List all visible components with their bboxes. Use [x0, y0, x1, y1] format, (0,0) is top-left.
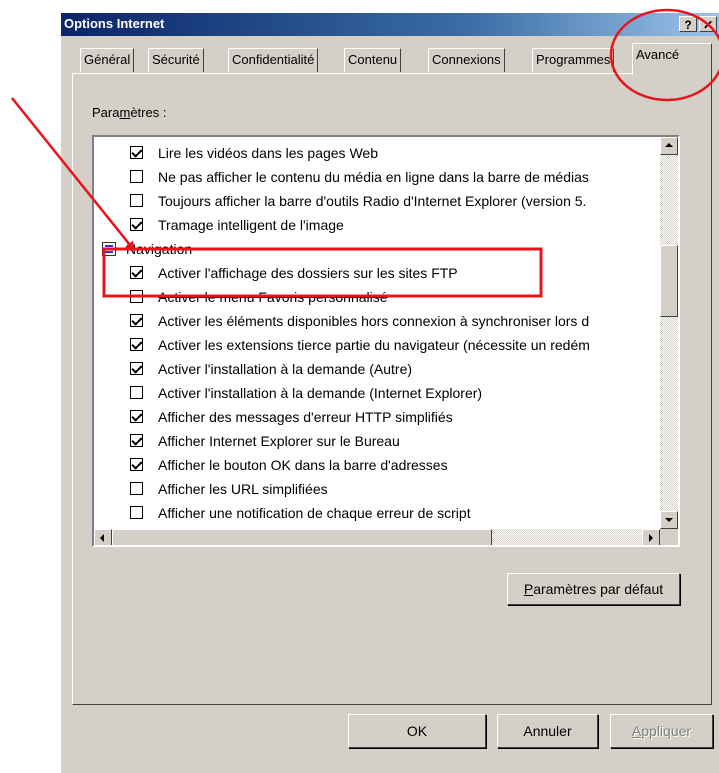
setting-label: Lire les vidéos dans les pages Web — [158, 145, 378, 161]
setting-label: Activer l'installation à la demande (Int… — [158, 385, 483, 401]
setting-row[interactable]: Activer l'installation à la demande (Aut… — [94, 357, 654, 381]
setting-row[interactable]: Activer le menu Favoris personnalisé — [94, 285, 654, 309]
scroll-down-button[interactable] — [660, 511, 678, 529]
close-button[interactable]: ✕ — [699, 16, 717, 32]
tab-securite[interactable]: Sécurité — [148, 48, 204, 72]
setting-row[interactable]: Afficher une notification de chaque erre… — [94, 501, 654, 525]
settings-rows: Lire les vidéos dans les pages Web Ne pas… — [94, 141, 654, 525]
setting-label: Afficher le bouton OK dans la barre d'ad… — [158, 457, 448, 473]
setting-label: Activer les extensions tierce partie du … — [158, 337, 590, 353]
tab-general[interactable]: Général — [80, 48, 135, 72]
setting-row[interactable]: Activer les éléments disponibles hors co… — [94, 309, 654, 333]
setting-label: Activer l'installation à la demande (Aut… — [158, 361, 413, 377]
default-settings-accelerator: P — [523, 581, 534, 597]
setting-checkbox[interactable] — [130, 266, 143, 279]
setting-row[interactable]: Activer l'installation à la demande (Int… — [94, 381, 654, 405]
settings-group-label: Paramètres : — [92, 105, 166, 120]
default-settings-label: aramètres par défaut — [533, 581, 664, 597]
tab-connexions[interactable]: Connexions — [428, 48, 505, 72]
vertical-scrollbar[interactable] — [660, 137, 678, 529]
scroll-left-button[interactable] — [94, 529, 112, 545]
setting-row[interactable]: Afficher des messages d'erreur HTTP simp… — [94, 405, 654, 429]
horizontal-scrollbar[interactable] — [94, 529, 660, 545]
category-icon — [102, 242, 116, 256]
default-settings-button[interactable]: Paramètres par défaut — [507, 573, 680, 605]
setting-label: Activer le menu Favoris personnalisé — [158, 289, 388, 305]
setting-label: Afficher Internet Explorer sur le Bureau — [158, 433, 400, 449]
group-label-post: ètres : — [130, 105, 167, 120]
setting-label: Ne pas afficher le contenu du média en l… — [158, 169, 589, 185]
setting-checkbox[interactable] — [130, 194, 143, 207]
setting-label: Activer les éléments disponibles hors co… — [158, 313, 590, 329]
setting-row[interactable]: Activer les extensions tierce partie du … — [94, 333, 654, 357]
help-button[interactable]: ? — [679, 16, 697, 32]
setting-checkbox[interactable] — [130, 362, 143, 375]
scroll-right-button[interactable] — [642, 529, 660, 545]
apply-accelerator: A — [631, 723, 642, 739]
setting-label: Activer l'affichage des dossiers sur les… — [158, 265, 458, 281]
group-label-accelerator: m — [119, 105, 131, 120]
scroll-up-button[interactable] — [660, 137, 678, 155]
apply-button[interactable]: Appliquer — [610, 714, 713, 748]
setting-label: Toujours afficher la barre d'outils Radi… — [158, 193, 587, 209]
setting-checkbox[interactable] — [130, 146, 143, 159]
setting-label: Afficher les URL simplifiées — [158, 481, 328, 497]
setting-label: Navigation — [126, 241, 193, 257]
setting-checkbox[interactable] — [130, 410, 143, 423]
ok-button[interactable]: OK — [348, 714, 486, 748]
setting-label: Afficher des messages d'erreur HTTP simp… — [158, 409, 453, 425]
window-title: Options Internet — [64, 16, 165, 31]
setting-row[interactable]: Ne pas afficher le contenu du média en l… — [94, 165, 654, 189]
setting-checkbox[interactable] — [130, 170, 143, 183]
setting-checkbox[interactable] — [130, 218, 143, 231]
setting-checkbox[interactable] — [130, 434, 143, 447]
setting-checkbox[interactable] — [130, 506, 143, 519]
setting-checkbox[interactable] — [130, 290, 143, 303]
tab-avance[interactable]: Avancé — [632, 43, 712, 75]
setting-row[interactable]: Afficher les URL simplifiées — [94, 477, 654, 501]
apply-label: ppliquer — [641, 723, 692, 739]
setting-row[interactable]: Afficher le bouton OK dans la barre d'ad… — [94, 453, 654, 477]
setting-row[interactable]: Tramage intelligent de l'image — [94, 213, 654, 237]
settings-list[interactable]: Lire les vidéos dans les pages Web Ne pas… — [92, 135, 680, 547]
cancel-button[interactable]: Annuler — [497, 714, 598, 748]
tab-programmes[interactable]: Programmes — [532, 48, 615, 72]
setting-row[interactable]: Toujours afficher la barre d'outils Radi… — [94, 189, 654, 213]
scrollbar-corner — [660, 529, 678, 545]
setting-checkbox[interactable] — [130, 314, 143, 327]
tab-contenu[interactable]: Contenu — [344, 48, 402, 72]
setting-label: Tramage intelligent de l'image — [158, 217, 344, 233]
setting-row[interactable]: Afficher Internet Explorer sur le Bureau — [94, 429, 654, 453]
setting-label: Afficher une notification de chaque erre… — [158, 505, 471, 521]
setting-checkbox[interactable] — [130, 338, 143, 351]
vertical-scroll-thumb[interactable] — [660, 245, 678, 317]
group-label-pre: Para — [92, 105, 120, 120]
tab-confidentialite[interactable]: Confidentialité — [228, 48, 319, 72]
setting-row[interactable]: Activer l'affichage des dossiers sur les… — [94, 261, 654, 285]
setting-checkbox[interactable] — [130, 386, 143, 399]
setting-checkbox[interactable] — [130, 458, 143, 471]
category-row[interactable]: Navigation — [94, 237, 654, 261]
title-bar[interactable]: Options Internet ? ✕ — [61, 13, 719, 36]
setting-checkbox[interactable] — [130, 482, 143, 495]
horizontal-scroll-thumb[interactable] — [112, 529, 492, 545]
setting-row[interactable]: Lire les vidéos dans les pages Web — [94, 141, 654, 165]
